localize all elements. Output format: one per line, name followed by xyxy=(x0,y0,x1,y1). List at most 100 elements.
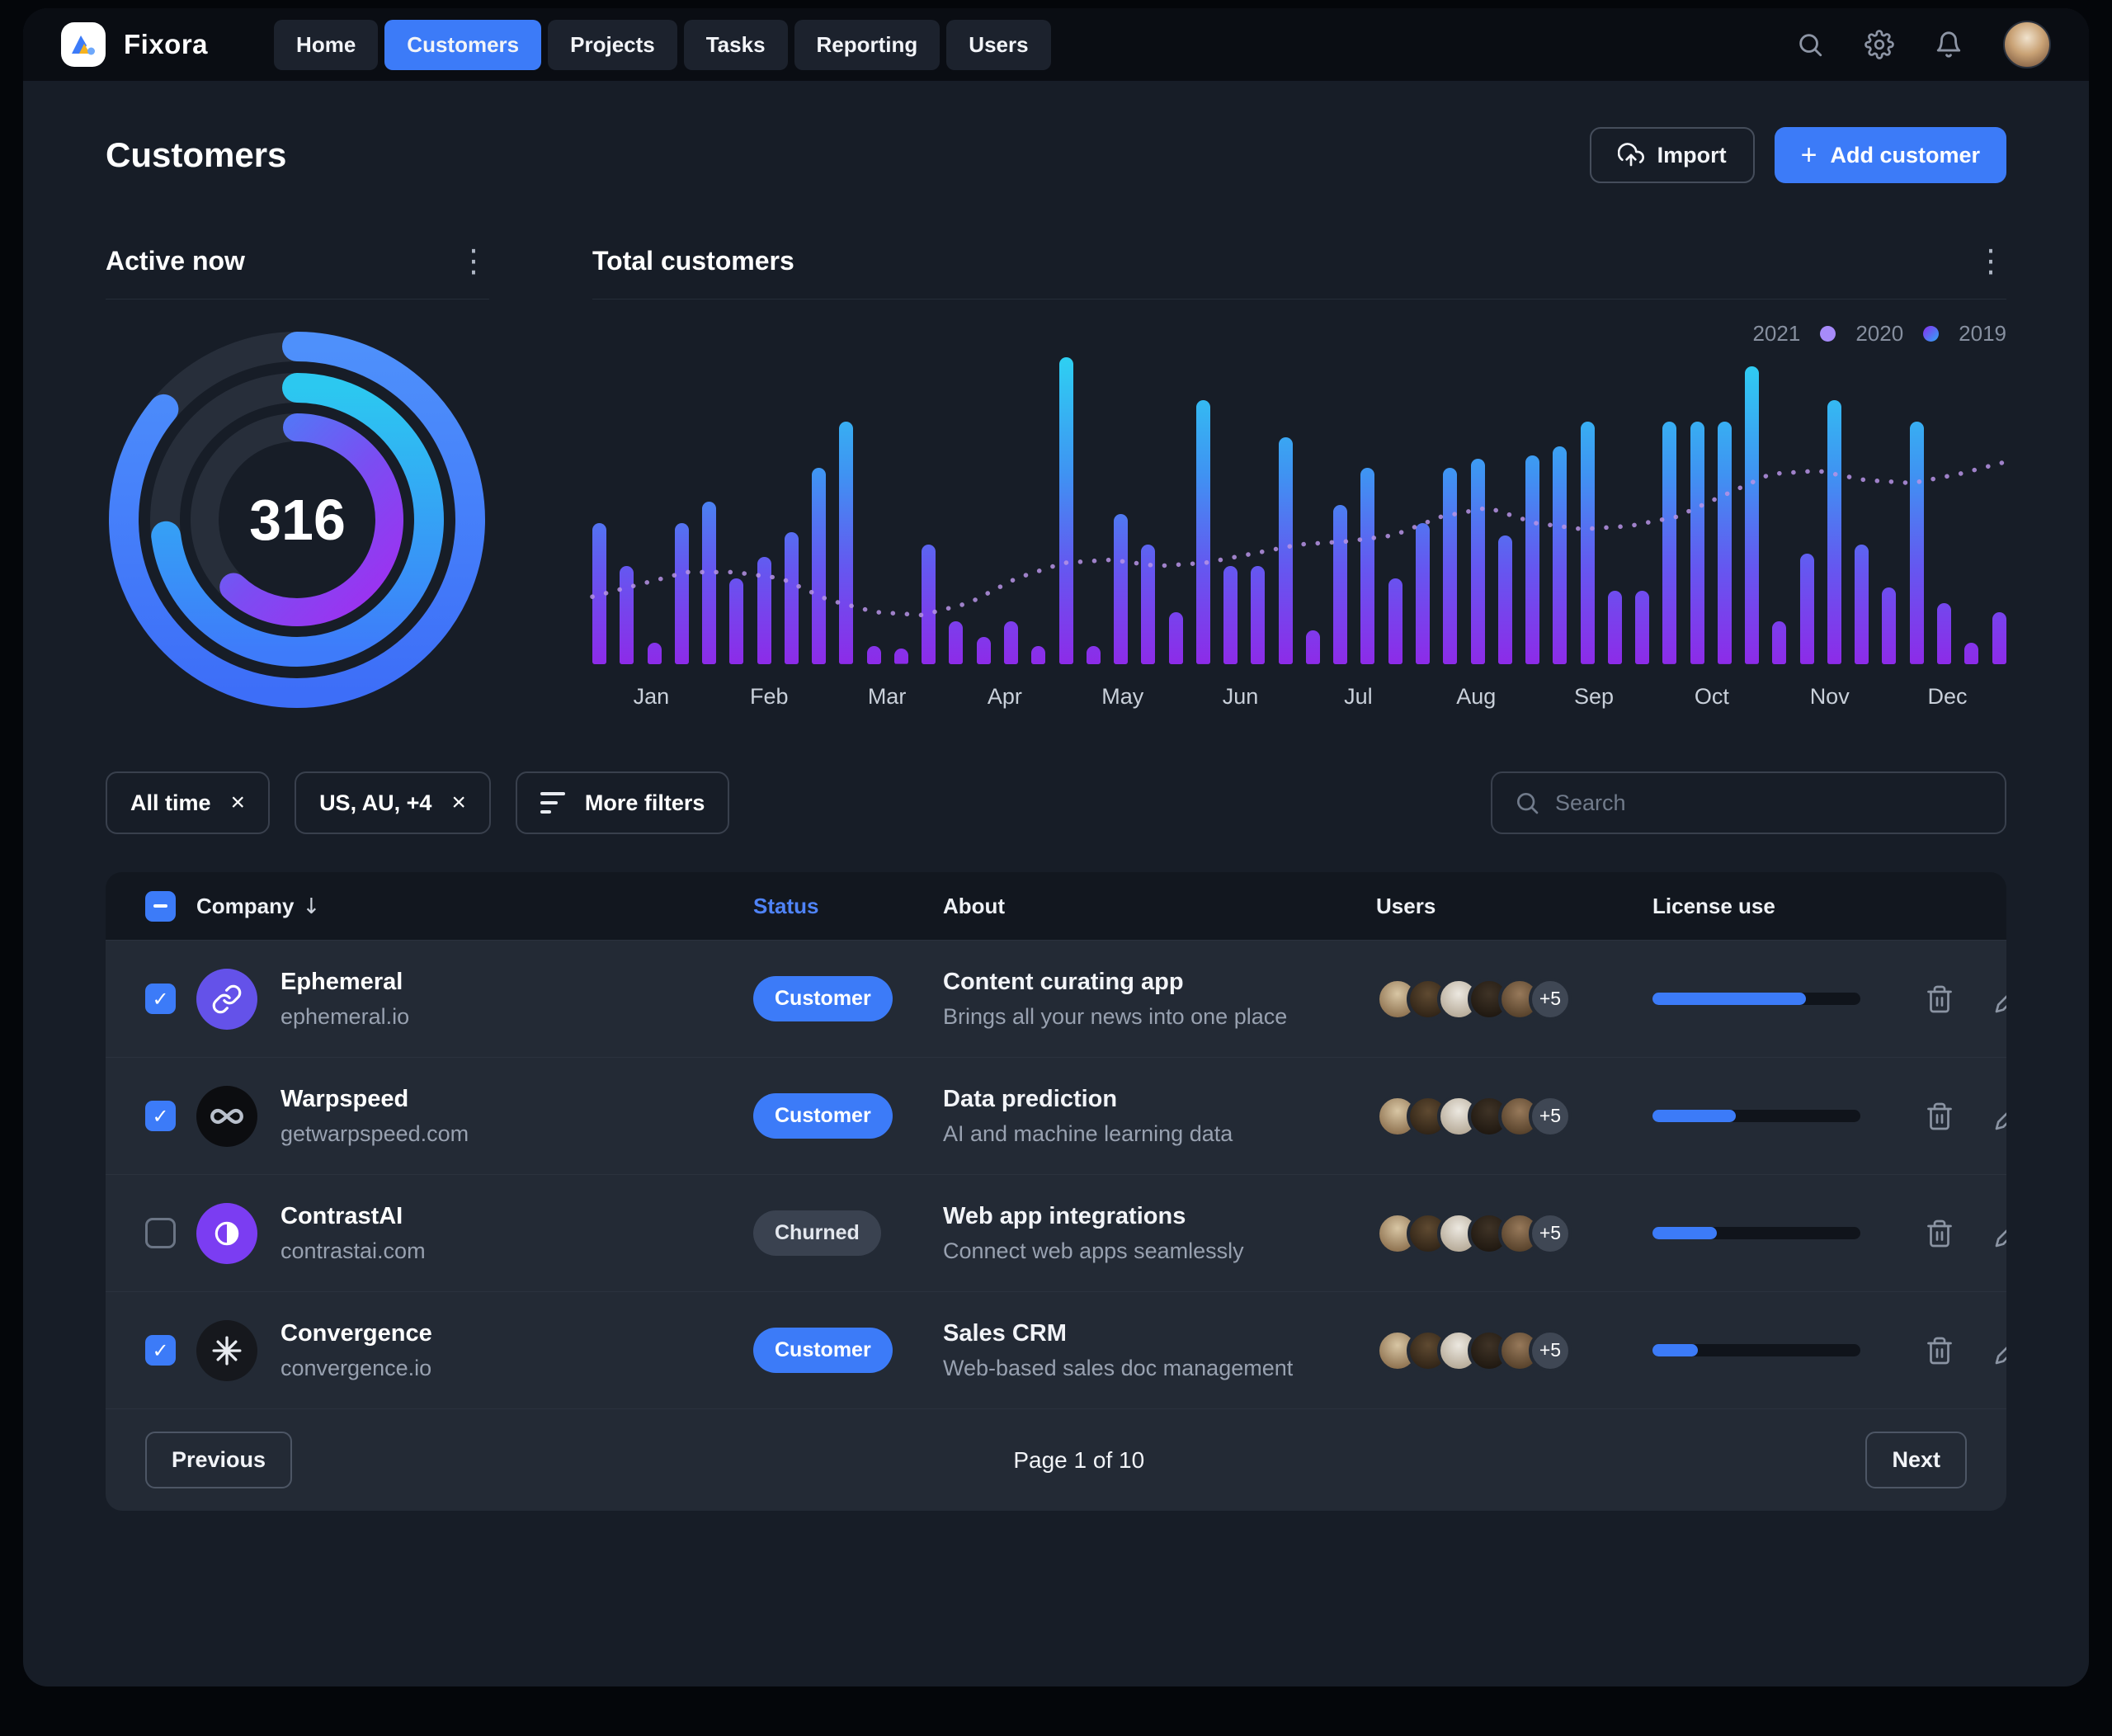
fixora-logo-icon xyxy=(61,22,106,67)
main-nav: HomeCustomersProjectsTasksReportingUsers xyxy=(274,20,1051,70)
active-now-menu-icon[interactable]: ⋮ xyxy=(458,245,489,276)
column-header-users[interactable]: Users xyxy=(1376,894,1652,919)
table-header: Company↓ Status About Users License use xyxy=(106,872,2006,940)
company-domain: convergence.io xyxy=(280,1356,432,1381)
license-progress xyxy=(1652,993,1860,1005)
company-domain: ephemeral.io xyxy=(280,1004,409,1030)
filter-icon xyxy=(540,792,565,814)
add-customer-button[interactable]: + Add customer xyxy=(1775,127,2006,183)
active-now-title: Active now xyxy=(106,246,245,276)
import-label: Import xyxy=(1657,143,1727,168)
table-row: ContrastAI contrastai.com Churned Web ap… xyxy=(106,1174,2006,1291)
month-label: Sep xyxy=(1535,684,1653,710)
page-title: Customers xyxy=(106,135,286,175)
divider xyxy=(592,299,2006,300)
about-title: Data prediction xyxy=(943,1086,1376,1113)
month-label: Dec xyxy=(1888,684,2006,710)
filter-chip-countries[interactable]: US, AU, +4 × xyxy=(295,771,491,834)
nav-item-projects[interactable]: Projects xyxy=(548,20,677,70)
extra-users-badge[interactable]: +5 xyxy=(1529,978,1572,1021)
about-subtitle: AI and machine learning data xyxy=(943,1121,1376,1147)
status-badge: Customer xyxy=(753,1093,893,1139)
table-pagination: Previous Page 1 of 10 Next xyxy=(106,1408,2006,1511)
month-label: Jan xyxy=(592,684,710,710)
extra-users-badge[interactable]: +5 xyxy=(1529,1212,1572,1255)
company-logo-asterisk-icon xyxy=(196,1320,257,1381)
row-checkbox[interactable] xyxy=(145,1218,176,1248)
company-cell[interactable]: ContrastAI contrastai.com xyxy=(196,1203,753,1264)
settings-gear-icon[interactable] xyxy=(1864,30,1894,59)
total-customers-menu-icon[interactable]: ⋮ xyxy=(1975,245,2006,276)
month-label: Jun xyxy=(1181,684,1299,710)
search-icon xyxy=(1514,790,1540,816)
column-header-status[interactable]: Status xyxy=(753,894,943,919)
about-subtitle: Brings all your news into one place xyxy=(943,1004,1376,1030)
legend-label: 2021 xyxy=(1752,321,1800,347)
month-label: Oct xyxy=(1652,684,1770,710)
company-name: Warpspeed xyxy=(280,1086,469,1113)
users-avatars: +5 xyxy=(1376,1212,1652,1255)
company-cell[interactable]: Ephemeral ephemeral.io xyxy=(196,969,753,1030)
import-button[interactable]: Import xyxy=(1590,127,1755,183)
column-header-about[interactable]: About xyxy=(943,894,1376,919)
company-cell[interactable]: Warpspeed getwarpspeed.com xyxy=(196,1086,753,1147)
column-header-license[interactable]: License use xyxy=(1652,894,1925,919)
edit-pencil-icon[interactable] xyxy=(1994,1336,2006,1366)
bar-chart-bars xyxy=(592,357,2006,664)
row-checkbox[interactable]: ✓ xyxy=(145,984,176,1014)
license-progress xyxy=(1652,1110,1860,1122)
more-filters-button[interactable]: More filters xyxy=(516,771,730,834)
more-filters-label: More filters xyxy=(585,790,705,816)
company-name: ContrastAI xyxy=(280,1203,426,1230)
page-info: Page 1 of 10 xyxy=(292,1447,1865,1474)
nav-item-customers[interactable]: Customers xyxy=(384,20,541,70)
user-avatar[interactable] xyxy=(2003,21,2051,68)
users-avatars: +5 xyxy=(1376,1329,1652,1372)
table-row: ✓ Warpspeed getwarpspeed.com Customer Da… xyxy=(106,1057,2006,1174)
column-header-company[interactable]: Company↓ xyxy=(196,894,753,919)
notifications-bell-icon[interactable] xyxy=(1934,30,1964,59)
brand-name: Fixora xyxy=(124,29,208,60)
divider xyxy=(106,299,489,300)
delete-trash-icon[interactable] xyxy=(1925,1102,1954,1131)
delete-trash-icon[interactable] xyxy=(1925,1219,1954,1248)
legend-label: 2020 xyxy=(1855,321,1903,347)
table-row: ✓ Ephemeral ephemeral.io Customer Conten… xyxy=(106,940,2006,1057)
filter-chip-all-time[interactable]: All time × xyxy=(106,771,270,834)
edit-pencil-icon[interactable] xyxy=(1994,984,2006,1014)
company-cell[interactable]: Convergence convergence.io xyxy=(196,1320,753,1381)
next-page-button[interactable]: Next xyxy=(1865,1432,1967,1488)
delete-trash-icon[interactable] xyxy=(1925,1336,1954,1366)
nav-item-reporting[interactable]: Reporting xyxy=(794,20,940,70)
edit-pencil-icon[interactable] xyxy=(1994,1102,2006,1131)
delete-trash-icon[interactable] xyxy=(1925,984,1954,1014)
previous-page-button[interactable]: Previous xyxy=(145,1432,292,1488)
about-title: Content curating app xyxy=(943,969,1376,996)
chip-label: All time xyxy=(130,790,211,816)
row-checkbox[interactable]: ✓ xyxy=(145,1335,176,1366)
select-all-checkbox[interactable] xyxy=(145,891,176,922)
active-now-donut-chart: 316 xyxy=(106,323,489,717)
nav-item-users[interactable]: Users xyxy=(946,20,1050,70)
edit-pencil-icon[interactable] xyxy=(1994,1219,2006,1248)
top-bar: Fixora HomeCustomersProjectsTasksReporti… xyxy=(23,8,2089,81)
brand[interactable]: Fixora xyxy=(61,22,208,67)
license-progress xyxy=(1652,1344,1860,1356)
extra-users-badge[interactable]: +5 xyxy=(1529,1095,1572,1138)
search-icon[interactable] xyxy=(1795,30,1825,59)
nav-item-tasks[interactable]: Tasks xyxy=(684,20,788,70)
month-label: May xyxy=(1063,684,1181,710)
row-checkbox[interactable]: ✓ xyxy=(145,1101,176,1131)
chart-month-labels: JanFebMarAprMayJunJulAugSepOctNovDec xyxy=(592,684,2006,710)
nav-item-home[interactable]: Home xyxy=(274,20,378,70)
company-logo-loop-icon xyxy=(196,1086,257,1147)
total-customers-title: Total customers xyxy=(592,246,794,276)
remove-filter-icon[interactable]: × xyxy=(231,789,246,817)
users-avatars: +5 xyxy=(1376,1095,1652,1138)
search-input[interactable] xyxy=(1555,790,1983,816)
table-row: ✓ Convergence convergence.io Customer Sa… xyxy=(106,1291,2006,1408)
extra-users-badge[interactable]: +5 xyxy=(1529,1329,1572,1372)
company-domain: contrastai.com xyxy=(280,1238,426,1264)
remove-filter-icon[interactable]: × xyxy=(451,789,466,817)
table-search[interactable] xyxy=(1491,771,2006,834)
